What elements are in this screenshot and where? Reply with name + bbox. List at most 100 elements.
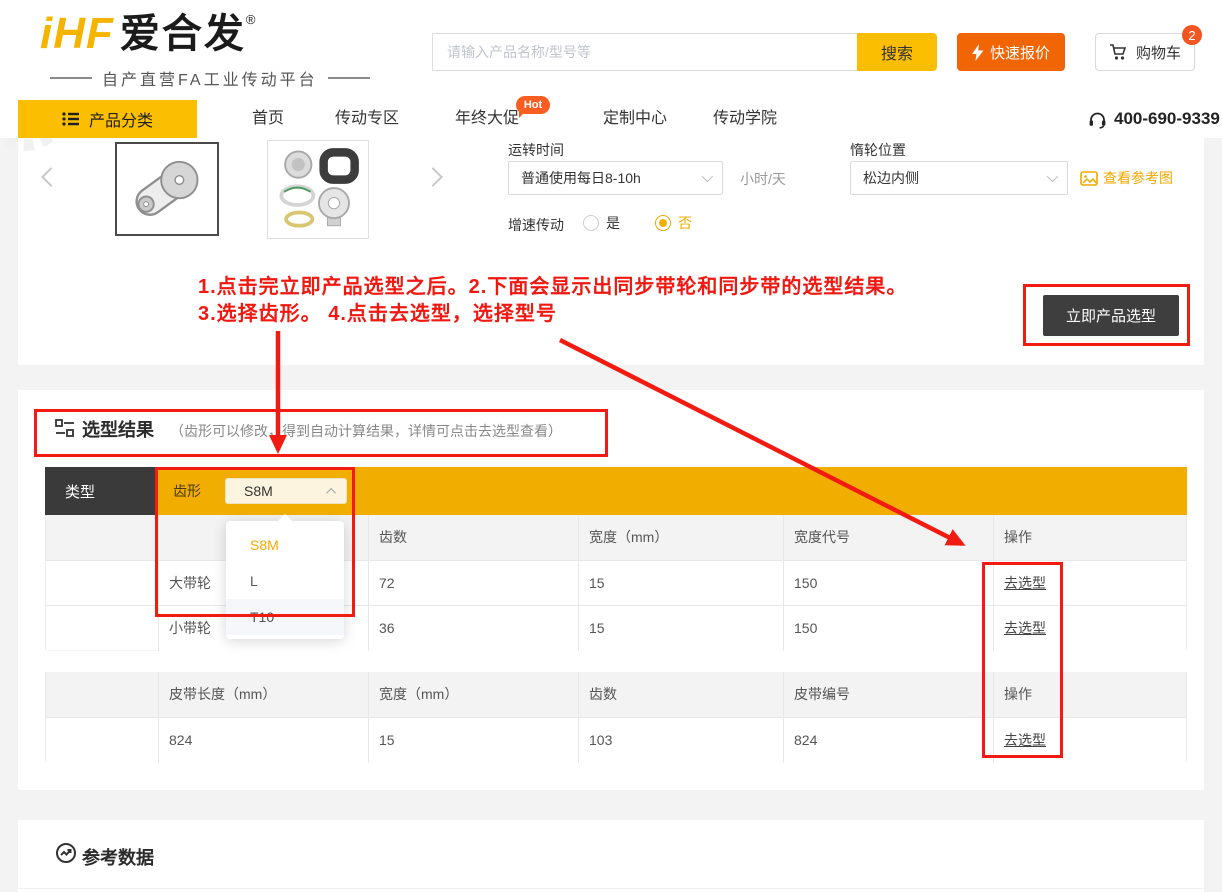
column-header: 操作 bbox=[993, 672, 1186, 717]
carousel-prev-icon[interactable] bbox=[41, 167, 61, 187]
tooth-form-select[interactable]: S8M bbox=[225, 478, 347, 504]
go-select-link[interactable]: 去选型 bbox=[1004, 732, 1046, 748]
logo-name-text: 爱合发 bbox=[120, 10, 246, 58]
logo-ihf-text: iHF bbox=[40, 10, 114, 58]
radio-icon bbox=[583, 215, 599, 231]
picture-icon bbox=[1080, 171, 1098, 186]
pulley-table-yellow-header: 类型 齿形 S8M bbox=[45, 467, 1187, 515]
product-thumbnail-pulley-set[interactable] bbox=[267, 140, 369, 239]
tutorial-annotation-text: 1.点击完立即产品选型之后。2.下面会显示出同步带轮和同步带的选型结果。 3.选… bbox=[198, 274, 907, 328]
nav-item-year-end-sale[interactable]: 年终大促 bbox=[455, 100, 519, 138]
speed-up-radio-yes[interactable]: 是 bbox=[583, 213, 620, 233]
quick-quote-label: 快速报价 bbox=[990, 42, 1050, 63]
chevron-up-icon bbox=[326, 487, 336, 497]
width-code-cell: 150 bbox=[783, 561, 993, 606]
dropdown-option-t10[interactable]: T10 bbox=[226, 599, 344, 635]
column-header: 皮带编号 bbox=[783, 672, 993, 717]
lightning-icon bbox=[972, 44, 984, 61]
reference-image-label: 查看参考图 bbox=[1103, 168, 1173, 188]
reference-data-icon bbox=[55, 842, 77, 864]
nav-product-categories[interactable]: 产品分类 bbox=[18, 100, 197, 138]
speed-up-label: 增速传动 bbox=[508, 215, 564, 235]
pulley-table-header-row: 齿数 宽度（mm） 宽度代号 操作 bbox=[46, 515, 1186, 560]
headset-icon bbox=[1088, 110, 1107, 129]
run-time-label: 运转时间 bbox=[508, 140, 564, 160]
nav-catalog-label: 产品分类 bbox=[89, 107, 153, 131]
idler-position-select[interactable]: 松边内侧 bbox=[850, 161, 1068, 195]
divider bbox=[18, 888, 1204, 889]
belt-table-header-row: 皮带长度（mm） 宽度（mm） 齿数 皮带编号 操作 bbox=[46, 672, 1186, 717]
tooth-form-label: 齿形 bbox=[173, 467, 201, 515]
quick-quote-button[interactable]: 快速报价 bbox=[957, 33, 1065, 71]
belt-table: 同步带 皮带长度（mm） 宽度（mm） 齿数 皮带编号 操作 824 15 10… bbox=[45, 672, 1187, 762]
nav-item-home[interactable]: 首页 bbox=[252, 100, 284, 138]
search-button[interactable]: 搜索 bbox=[857, 33, 937, 71]
idler-position-label: 惰轮位置 bbox=[850, 140, 906, 160]
width-cell: 15 bbox=[578, 561, 783, 606]
reference-image-link[interactable]: 查看参考图 bbox=[1080, 168, 1173, 188]
nav-item-transmission-zone[interactable]: 传动专区 bbox=[335, 100, 399, 138]
selection-result-icon bbox=[55, 419, 75, 437]
chevron-down-icon bbox=[1047, 171, 1058, 182]
radio-selected-icon bbox=[655, 215, 671, 231]
go-select-link[interactable]: 去选型 bbox=[1004, 620, 1046, 636]
start-selection-button[interactable]: 立即产品选型 bbox=[1043, 295, 1179, 336]
go-select-link[interactable]: 去选型 bbox=[1004, 575, 1046, 591]
table-row: 824 15 103 824 去选型 bbox=[46, 717, 1186, 762]
teeth-cell: 36 bbox=[368, 606, 578, 651]
column-header: 皮带长度（mm） bbox=[158, 672, 368, 717]
speed-up-radio-no[interactable]: 否 bbox=[655, 213, 692, 233]
cart-button[interactable]: 购物车 2 bbox=[1095, 33, 1195, 71]
results-note: （齿形可以修改，得到自动计算结果，详情可点击去选型查看） bbox=[170, 421, 562, 441]
registered-mark: ® bbox=[246, 12, 256, 27]
nav-item-transmission-academy[interactable]: 传动学院 bbox=[713, 100, 777, 138]
cart-label: 购物车 bbox=[1136, 42, 1181, 63]
pulley-set-image bbox=[271, 144, 365, 235]
service-phone: 400-690-9339 bbox=[1088, 100, 1220, 138]
page: iHF 爱合发 ® 自产直营FA工业传动平台 搜索 快速报价 bbox=[0, 0, 1222, 892]
results-title: 选型结果 bbox=[82, 416, 154, 442]
width-cell: 15 bbox=[368, 718, 578, 763]
idler-position-value: 松边内侧 bbox=[863, 168, 919, 188]
phone-number: 400-690-9339 bbox=[1114, 109, 1220, 129]
annotation-line2: 3.选择齿形。 4.点击去选型，选择型号 bbox=[198, 301, 907, 328]
cart-count-badge: 2 bbox=[1182, 25, 1202, 45]
width-code-cell: 150 bbox=[783, 606, 993, 651]
reference-title: 参考数据 bbox=[82, 844, 154, 870]
list-menu-icon bbox=[62, 111, 80, 127]
table-row: 小带轮 36 15 150 去选型 bbox=[46, 605, 1186, 650]
dropdown-option-l[interactable]: L bbox=[226, 563, 344, 599]
belt-no-cell: 824 bbox=[783, 718, 993, 763]
results-card: 选型结果 （齿形可以修改，得到自动计算结果，详情可点击去选型查看） 类型 齿形 … bbox=[18, 390, 1204, 790]
belt-drive-image bbox=[119, 146, 215, 232]
column-header: 宽度（mm） bbox=[578, 515, 783, 560]
width-cell: 15 bbox=[578, 606, 783, 651]
nav-item-custom-center[interactable]: 定制中心 bbox=[603, 100, 667, 138]
type-header-cell: 类型 bbox=[45, 467, 157, 515]
column-header: 宽度（mm） bbox=[368, 672, 578, 717]
pulley-table: 类型 齿形 S8M 同步带轮 齿数 宽度（mm） 宽度代号 操作 大带轮 72 … bbox=[45, 467, 1187, 650]
run-time-value: 普通使用每日8-10h bbox=[521, 168, 641, 188]
column-header: 宽度代号 bbox=[783, 515, 993, 560]
radio-label: 是 bbox=[606, 213, 620, 233]
radio-label: 否 bbox=[678, 213, 692, 233]
run-time-select[interactable]: 普通使用每日8-10h bbox=[508, 161, 723, 195]
teeth-cell: 103 bbox=[578, 718, 783, 763]
cart-icon bbox=[1109, 43, 1128, 61]
chevron-down-icon bbox=[702, 171, 713, 182]
hot-badge: Hot bbox=[516, 96, 550, 114]
dropdown-option-s8m[interactable]: S8M bbox=[226, 527, 344, 563]
column-header: 操作 bbox=[993, 515, 1186, 560]
product-thumbnail-belt-drive[interactable] bbox=[115, 142, 219, 236]
tooth-form-dropdown: S8M L T10 bbox=[226, 521, 344, 639]
carousel-next-icon[interactable] bbox=[423, 167, 443, 187]
teeth-cell: 72 bbox=[368, 561, 578, 606]
column-header: 齿数 bbox=[578, 672, 783, 717]
table-row: 大带轮 72 15 150 去选型 bbox=[46, 560, 1186, 605]
site-logo[interactable]: iHF 爱合发 ® 自产直营FA工业传动平台 bbox=[40, 10, 380, 90]
logo-tagline: 自产直营FA工业传动平台 bbox=[40, 66, 380, 90]
tooth-form-value: S8M bbox=[244, 483, 273, 499]
selector-card: 运转时间 普通使用每日8-10h 小时/天 惰轮位置 松边内侧 查看参考图 增速… bbox=[18, 138, 1204, 365]
search-input[interactable] bbox=[432, 33, 857, 71]
belt-length-cell: 824 bbox=[158, 718, 368, 763]
